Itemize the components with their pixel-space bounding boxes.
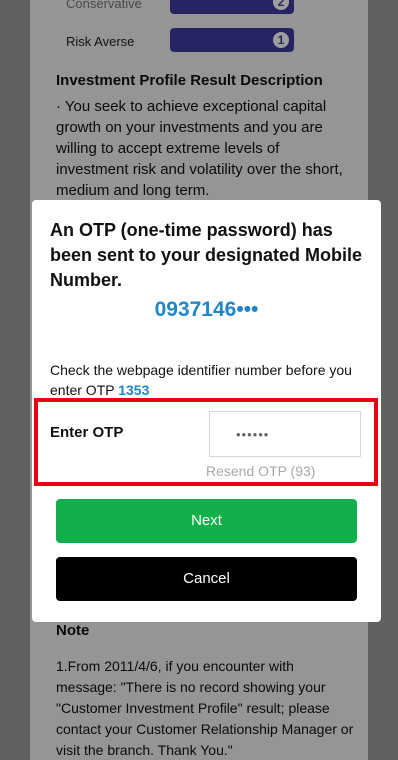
otp-label: Enter OTP	[50, 424, 124, 441]
next-button[interactable]: Next	[56, 499, 357, 543]
otp-dialog: An OTP (one-time password) has been sent…	[32, 200, 381, 622]
dialog-title: An OTP (one-time password) has been sent…	[50, 220, 363, 290]
resend-otp-link[interactable]: Resend OTP (93)	[206, 463, 315, 479]
identifier-label: Check the webpage identifier number befo…	[50, 362, 352, 398]
identifier-code: 1353	[118, 382, 150, 398]
mobile-number: 0937146•••	[154, 298, 259, 321]
otp-input[interactable]	[209, 411, 361, 457]
cancel-button[interactable]: Cancel	[56, 557, 357, 601]
identifier-text: Check the webpage identifier number befo…	[50, 360, 370, 400]
